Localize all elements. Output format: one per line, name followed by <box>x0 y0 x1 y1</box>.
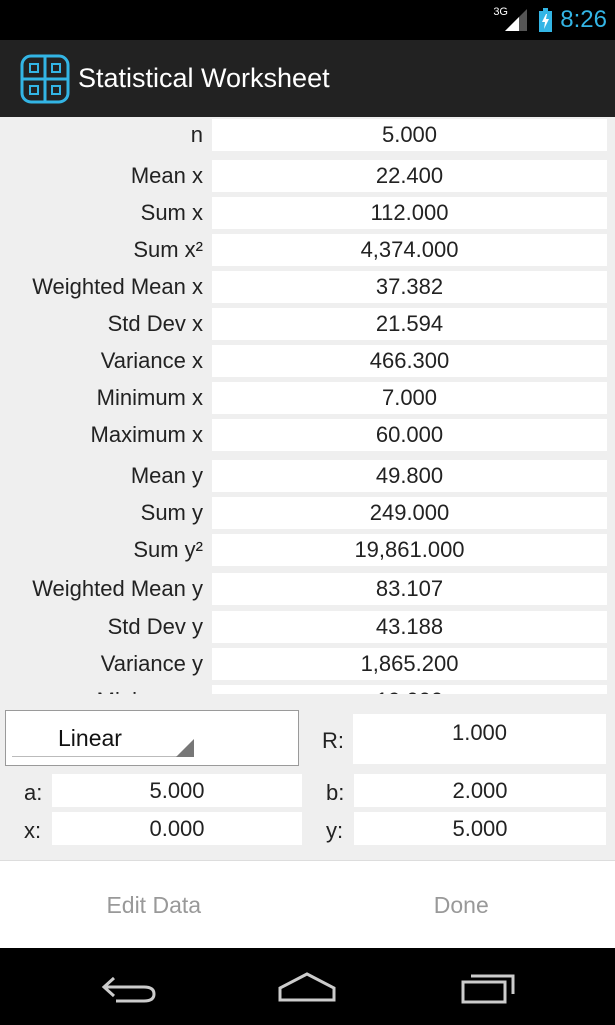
button-bar: Edit Data Done <box>0 860 615 949</box>
stat-row: Sum x² 4,374.000 <box>0 234 615 266</box>
stat-row: n 5.000 <box>0 119 615 151</box>
stat-label: Sum y² <box>133 537 203 562</box>
stat-row: Minimum y 19.000 <box>0 685 615 694</box>
stat-value: 21.594 <box>212 308 607 340</box>
battery-charging-icon <box>539 8 553 32</box>
a-label: a: <box>24 780 43 805</box>
stat-value: 249.000 <box>212 497 607 529</box>
dropdown-arrow-icon <box>176 739 194 757</box>
regression-model-value: Linear <box>58 725 122 751</box>
signal-icon <box>505 9 528 31</box>
home-icon[interactable] <box>276 968 338 1006</box>
stat-label: Maximum x <box>90 422 203 447</box>
stat-label: Sum x² <box>133 237 203 262</box>
stat-label: Weighted Mean y <box>32 576 203 601</box>
stat-row: Variance x 466.300 <box>0 345 615 377</box>
calculator-grid-icon[interactable] <box>20 54 70 104</box>
status-bar: 3G 8:26 <box>0 0 615 40</box>
stat-value: 60.000 <box>212 419 607 451</box>
stat-label: Mean x <box>130 163 203 188</box>
stat-value: 19.000 <box>212 685 607 694</box>
stat-value: 19,861.000 <box>212 534 607 566</box>
stat-row: Minimum x 7.000 <box>0 382 615 414</box>
x-label: x: <box>24 818 42 843</box>
stat-label: Minimum y <box>0 685 203 694</box>
x-input-field[interactable]: 0.000 <box>52 812 302 845</box>
stat-row: Sum y 249.000 <box>0 497 615 529</box>
stat-row: Sum x 112.000 <box>0 197 615 229</box>
stat-label: Sum x <box>140 200 203 225</box>
stat-value: 83.107 <box>212 573 607 605</box>
stat-value: 49.800 <box>212 460 607 492</box>
stat-label: Variance y <box>100 651 203 676</box>
stat-label: Weighted Mean x <box>32 274 203 299</box>
stat-row: Weighted Mean x 37.382 <box>0 271 615 303</box>
stat-row: Std Dev y 43.188 <box>0 611 615 643</box>
stat-value: 4,374.000 <box>212 234 607 266</box>
stat-row: Mean x 22.400 <box>0 160 615 192</box>
y-input-field[interactable]: 5.000 <box>354 812 606 845</box>
stat-value: 1,865.200 <box>212 648 607 680</box>
stat-row: Variance y 1,865.200 <box>0 648 615 680</box>
stat-label: Std Dev x <box>107 311 203 336</box>
stat-label: Minimum x <box>96 385 203 410</box>
stat-value: 5.000 <box>212 119 607 151</box>
stat-label: Variance x <box>100 348 203 373</box>
app-title: Statistical Worksheet <box>78 63 330 93</box>
back-icon[interactable] <box>100 968 158 1006</box>
stat-value: 22.400 <box>212 160 607 192</box>
stat-label: Sum y <box>140 500 203 525</box>
stat-row: Weighted Mean y 83.107 <box>0 573 615 605</box>
stat-row: Std Dev x 21.594 <box>0 308 615 340</box>
stat-value: 112.000 <box>212 197 607 229</box>
r-value-field: 1.000 <box>353 714 606 764</box>
a-value-field: 5.000 <box>52 774 302 807</box>
r-label: R: <box>322 728 344 753</box>
stat-row: Sum y² 19,861.000 <box>0 534 615 566</box>
statistics-list[interactable]: n 5.000 Mean x 22.400 Sum x 112.000 Sum x² 4… <box>0 117 615 694</box>
b-value-field: 2.000 <box>354 774 606 807</box>
action-bar: Statistical Worksheet <box>0 40 615 117</box>
stat-row: Maximum x 60.000 <box>0 419 615 451</box>
regression-model-dropdown[interactable]: Linear <box>5 710 299 766</box>
stat-row: Mean y 49.800 <box>0 460 615 492</box>
done-button[interactable]: Done <box>308 861 615 949</box>
y-label: y: <box>326 818 344 843</box>
stat-value: 43.188 <box>212 611 607 643</box>
recents-icon[interactable] <box>460 968 518 1006</box>
stat-value: 37.382 <box>212 271 607 303</box>
navigation-bar <box>0 948 615 1025</box>
dropdown-underline <box>12 756 194 757</box>
stat-label: Std Dev y <box>107 614 203 639</box>
edit-data-button[interactable]: Edit Data <box>0 861 308 949</box>
stat-value: 466.300 <box>212 345 607 377</box>
stat-value: 7.000 <box>212 382 607 414</box>
b-label: b: <box>326 780 345 805</box>
stat-label: Mean y <box>130 463 203 488</box>
stat-label: n <box>190 122 203 147</box>
clock: 8:26 <box>560 6 607 33</box>
regression-panel: Linear R: 1.000 a: 5.000 b: 2.000 x: 0.0… <box>0 694 615 860</box>
